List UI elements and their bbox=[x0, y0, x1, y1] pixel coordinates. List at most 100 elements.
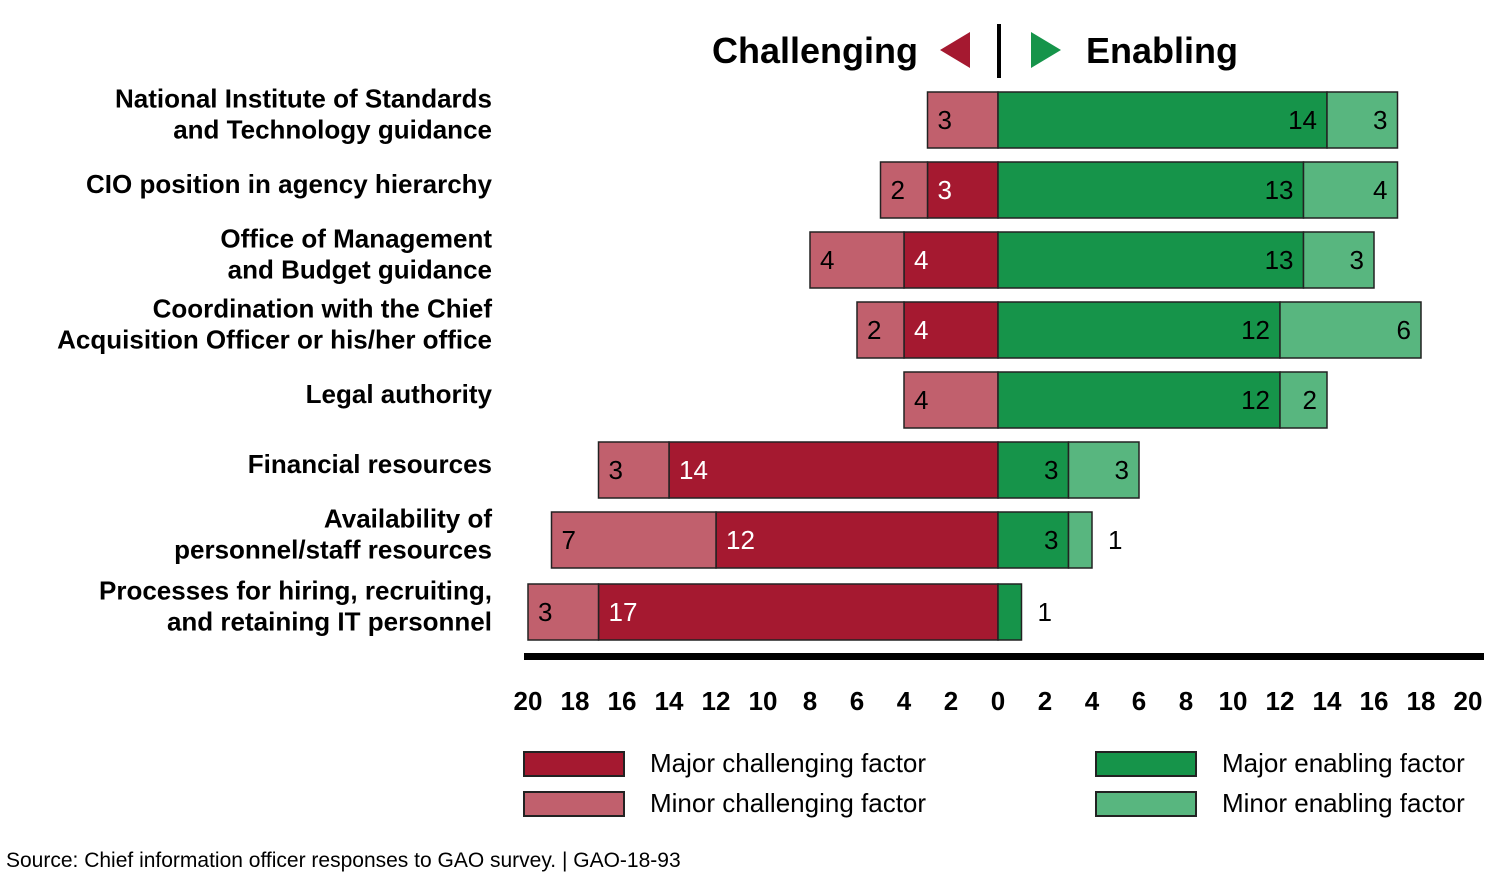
header-divider bbox=[997, 24, 1001, 78]
bar-major-challenging bbox=[715, 511, 999, 569]
label-major-challenging: 17 bbox=[609, 597, 638, 627]
label-minor-enabling: 3 bbox=[1350, 245, 1364, 275]
label-major-challenging: 3 bbox=[938, 175, 952, 205]
header-challenging: Challenging bbox=[712, 30, 918, 71]
label-minor-challenging: 2 bbox=[867, 315, 881, 345]
label-major-enabling: 3 bbox=[1044, 455, 1058, 485]
label-minor-challenging: 4 bbox=[820, 245, 834, 275]
label-major-enabling: 13 bbox=[1265, 245, 1294, 275]
label-major-challenging: 12 bbox=[726, 525, 755, 555]
x-tick-label: 14 bbox=[1313, 686, 1342, 716]
x-tick-label: 12 bbox=[702, 686, 731, 716]
category-label-line: Office of Management bbox=[220, 224, 492, 254]
label-minor-challenging: 3 bbox=[538, 597, 552, 627]
category-label-line: Financial resources bbox=[248, 449, 492, 479]
x-tick-label: 2 bbox=[944, 686, 958, 716]
label-major-challenging: 14 bbox=[679, 455, 708, 485]
label-minor-enabling: 4 bbox=[1373, 175, 1387, 205]
category-label: Processes for hiring, recruiting, and ret… bbox=[99, 576, 492, 637]
x-tick-label: 10 bbox=[1219, 686, 1248, 716]
bar-major-enabling bbox=[997, 91, 1328, 149]
label-major-enabling: 13 bbox=[1265, 175, 1294, 205]
label-major-enabling: 14 bbox=[1288, 105, 1317, 135]
category-label-line: Availability of bbox=[324, 504, 492, 534]
label-minor-enabling: 2 bbox=[1303, 385, 1317, 415]
x-tick-label: 8 bbox=[803, 686, 817, 716]
x-tick-label: 4 bbox=[897, 686, 912, 716]
enabling-arrow-icon bbox=[1031, 32, 1061, 68]
diverging-bar-chart: Challenging Enabling National Institute … bbox=[6, 24, 1484, 872]
label-minor-enabling: 3 bbox=[1373, 105, 1387, 135]
category-label-line: and Technology guidance bbox=[173, 115, 492, 145]
legend-swatch bbox=[1095, 751, 1197, 777]
header-enabling: Enabling bbox=[1086, 30, 1238, 71]
x-axis-line bbox=[524, 653, 1484, 660]
x-tick-label: 10 bbox=[749, 686, 778, 716]
x-tick-label: 2 bbox=[1038, 686, 1052, 716]
label-minor-challenging: 4 bbox=[914, 385, 928, 415]
legend-swatch bbox=[1095, 791, 1197, 817]
legend-label: Minor challenging factor bbox=[650, 788, 926, 818]
label-minor-enabling: 1 bbox=[1108, 525, 1122, 555]
legend-swatch bbox=[523, 751, 625, 777]
label-major-enabling: 1 bbox=[1038, 597, 1052, 627]
bar-major-challenging bbox=[597, 583, 999, 641]
legend-label: Major challenging factor bbox=[650, 748, 926, 778]
label-major-enabling: 12 bbox=[1241, 385, 1270, 415]
category-label: National Institute of Standards and Techn… bbox=[115, 84, 492, 145]
x-tick-label: 14 bbox=[655, 686, 684, 716]
label-minor-challenging: 3 bbox=[609, 455, 623, 485]
x-tick-label: 20 bbox=[514, 686, 543, 716]
x-tick-label: 20 bbox=[1454, 686, 1483, 716]
category-label-line: CIO position in agency hierarchy bbox=[86, 169, 493, 199]
label-major-challenging: 4 bbox=[914, 315, 928, 345]
label-major-enabling: 3 bbox=[1044, 525, 1058, 555]
bar-major-enabling bbox=[997, 371, 1281, 429]
x-tick-label: 6 bbox=[1132, 686, 1146, 716]
x-tick-label: 8 bbox=[1179, 686, 1193, 716]
category-label-line: National Institute of Standards bbox=[115, 84, 492, 114]
category-label-line: Coordination with the Chief bbox=[153, 294, 493, 324]
legend-label: Major enabling factor bbox=[1222, 748, 1465, 778]
x-tick-label: 16 bbox=[1360, 686, 1389, 716]
category-labels: National Institute of Standards and Techn… bbox=[57, 84, 492, 637]
bar-minor-enabling bbox=[1067, 511, 1093, 569]
category-label-line: Acquisition Officer or his/her office bbox=[57, 325, 492, 355]
label-minor-enabling: 6 bbox=[1397, 315, 1411, 345]
category-label-line: Processes for hiring, recruiting, bbox=[99, 576, 492, 606]
category-label: Financial resources bbox=[248, 449, 492, 479]
bar-major-enabling bbox=[997, 231, 1305, 289]
chart-header: Challenging Enabling bbox=[712, 24, 1238, 78]
category-label: Office of Management and Budget guidance bbox=[220, 224, 492, 285]
category-label: Legal authority bbox=[306, 379, 493, 409]
bar-major-enabling bbox=[997, 583, 1023, 641]
label-minor-enabling: 3 bbox=[1115, 455, 1129, 485]
x-tick-label: 6 bbox=[850, 686, 864, 716]
bar-major-enabling bbox=[997, 301, 1281, 359]
category-label: CIO position in agency hierarchy bbox=[86, 169, 493, 199]
category-label-line: and retaining IT personnel bbox=[167, 607, 492, 637]
bar-major-enabling bbox=[997, 161, 1305, 219]
challenging-arrow-icon bbox=[940, 32, 970, 68]
legend-label: Minor enabling factor bbox=[1222, 788, 1465, 818]
label-minor-challenging: 7 bbox=[562, 525, 576, 555]
x-tick-label: 0 bbox=[991, 686, 1005, 716]
bar-major-challenging bbox=[668, 441, 999, 499]
category-label: Availability of personnel/staff resources bbox=[174, 504, 492, 565]
x-tick-label: 4 bbox=[1085, 686, 1100, 716]
category-label-line: Legal authority bbox=[306, 379, 493, 409]
label-minor-challenging: 2 bbox=[891, 175, 905, 205]
label-minor-challenging: 3 bbox=[938, 105, 952, 135]
x-tick-label: 12 bbox=[1266, 686, 1295, 716]
label-major-challenging: 4 bbox=[914, 245, 928, 275]
category-label-line: and Budget guidance bbox=[228, 255, 492, 285]
bar-minor-challenging bbox=[550, 511, 717, 569]
bars: 3 14 332 13 444 13 342 12 64 12 2143 3 3127 3 1173 1 bbox=[527, 91, 1422, 641]
x-tick-label: 18 bbox=[561, 686, 590, 716]
category-label: Coordination with the Chief Acquisition O… bbox=[57, 294, 492, 355]
legend: Major challenging factor Minor challengin… bbox=[523, 748, 1465, 818]
label-major-enabling: 12 bbox=[1241, 315, 1270, 345]
source-note: Source: Chief information officer respon… bbox=[6, 849, 681, 872]
legend-swatch bbox=[523, 791, 625, 817]
x-axis-ticks: 20 18 16 14 12 10 8 6 4 2 0 2 4 6 8 10 12 14 16 18 20 bbox=[514, 686, 1483, 716]
